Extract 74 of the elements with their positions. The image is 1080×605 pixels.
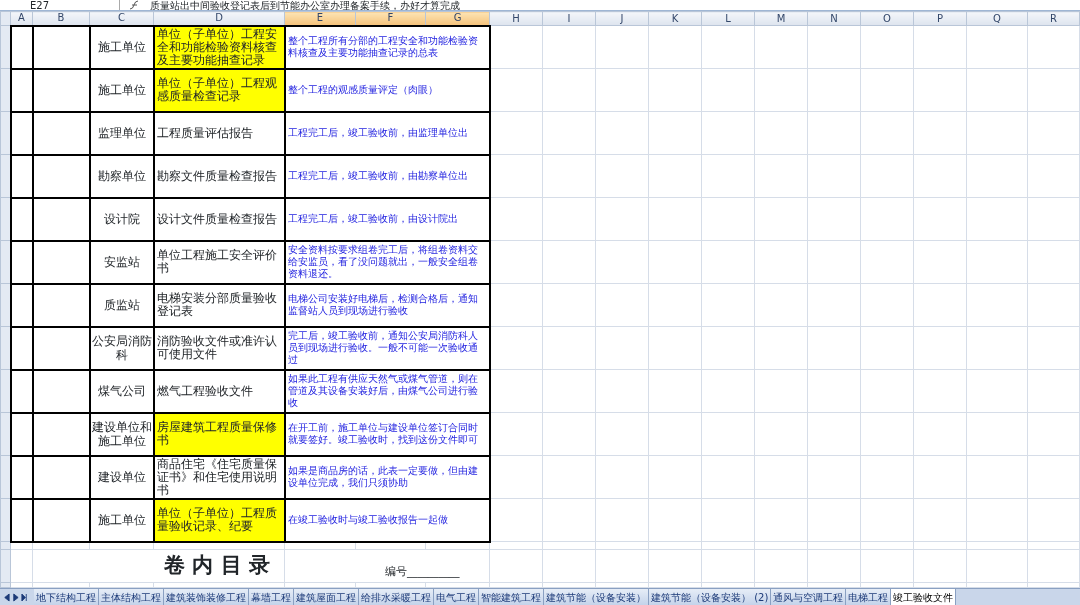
sheet-tab[interactable]: 竣工验收文件 [891,589,957,605]
table-cell-text: 单位（子单位）工程安全和功能检验资料核查及主要功能抽查记录 [155,27,278,67]
column-header[interactable]: F [355,11,426,26]
table-cell-text: 完工后，竣工验收前，通知公安局消防科人员到现场进行验收。一般不可能一次验收通过 [286,330,479,366]
sheet-tab[interactable]: 建筑屋面工程 [294,589,359,605]
formula-field[interactable]: 质量站出中间验收登记表后到节能办公室办理备案手续，办好才算完成 [150,0,460,10]
table-cell: 公安局消防科 [91,334,152,362]
table-cell-text: 商品住宅《住宅质量保证书》和住宅使用说明书 [155,457,278,497]
table-cell-text: 单位（子单位）工程质量验收记录、纪要 [155,507,278,533]
table-cell-text: 工程完工后，竣工验收前，由设计院出 [286,213,459,225]
column-header[interactable]: B [32,11,90,26]
column-header[interactable]: C [89,11,154,26]
table-cell-text: 整个工程的观感质量评定（肉眼） [286,84,439,96]
column-header[interactable]: R [1027,11,1080,26]
sheet-tab[interactable]: 建筑节能（设备安装） [544,589,649,605]
table-cell-text: 施工单位 [96,83,147,97]
sheet-tab[interactable]: 通风与空调工程 [771,589,847,605]
column-header[interactable]: E [284,11,356,26]
table-cell-text: 在竣工验收时与竣工验收报告一起做 [286,514,449,526]
column-header[interactable]: O [860,11,914,26]
table-cell-text: 质监站 [102,298,141,312]
number-label: 编号__________ [385,565,460,577]
table-cell-text: 勘察文件质量检查报告 [155,169,278,183]
sheet-tab[interactable]: 地下结构工程 [34,589,99,605]
column-header[interactable]: N [807,11,861,26]
column-header[interactable]: G [425,11,490,26]
table-cell-text: 监理单位 [96,126,147,140]
column-header[interactable]: K [648,11,702,26]
table-cell-text: 建设单位 [96,470,147,484]
table-cell-text: 如果是商品房的话，此表一定要做，但由建设单位完成，我们只须协助 [286,465,479,489]
column-header[interactable]: A [10,11,33,26]
table-cell-text: 房屋建筑工程质量保修书 [155,421,278,447]
previous-sheet-icon[interactable] [3,592,10,602]
table-cell-text: 施工单位 [96,40,147,54]
table-cell-text: 在开工前，施工单位与建设单位签订合同时就要签好。竣工验收时，找到这份文件即可 [286,422,479,446]
sheet-tab[interactable]: 给排水采暖工程 [359,589,434,605]
table-cell-text: 设计文件质量检查报告 [155,212,278,226]
table-cell-text: 单位（子单位）工程观感质量检查记录 [155,77,278,103]
table-cell-text: 工程完工后，竣工验收前，由监理单位出 [286,127,469,139]
table-cell-text: 工程完工后，竣工验收前，由勘察单位出 [286,170,469,182]
sheet-tab[interactable]: 电气工程 [434,589,479,605]
column-header[interactable]: P [913,11,967,26]
column-header[interactable]: M [754,11,808,26]
table-cell-text: 燃气工程验收文件 [155,384,254,398]
table-cell-text: 电梯安装分部质量验收登记表 [155,292,278,318]
table-cell-text: 如果此工程有供应天然气或煤气管道，则在管道及其设备安装好后，由煤气公司进行验收 [286,373,479,409]
table-cell-text: 单位工程施工安全评价书 [155,249,278,275]
column-header[interactable]: D [153,11,285,26]
sheet-title: 卷 内 目 录 [164,553,270,578]
sheet-tab[interactable]: 建筑节能（设备安装） (2) [649,589,772,605]
column-header[interactable]: I [542,11,596,26]
sheet-tab[interactable]: 智能建筑工程 [479,589,544,605]
table-cell-text: 安全资料按要求组卷完工后，将组卷资料交给安监员，看了没问题就出，一般安全组卷资料退还。 [286,244,479,280]
sheet-tab[interactable]: 建筑装饰装修工程 [164,589,249,605]
table-cell-text: 勘察单位 [96,169,147,183]
column-header[interactable]: J [595,11,649,26]
table-cell-text: 整个工程所有分部的工程安全和功能检验资料核查及主要功能抽查记录的总表 [286,35,479,59]
table-cell-text: 煤气公司 [96,384,147,398]
column-header[interactable]: H [489,11,543,26]
name-box[interactable]: E27 [0,0,120,10]
column-header[interactable]: L [701,11,755,26]
table-cell-text: 安监站 [102,255,141,269]
sheet-tab[interactable]: 电梯工程 [846,589,892,605]
table-cell-text: 设计院 [102,212,141,226]
table-cell-text: 施工单位 [96,513,147,527]
sheet-tab[interactable]: 主体结构工程 [99,589,164,605]
last-sheet-icon[interactable] [21,592,28,602]
table-cell: 建设单位和施工单位 [91,420,152,448]
column-header[interactable]: Q [966,11,1028,26]
sheet-tab[interactable]: 幕墙工程 [249,589,294,605]
table-cell-text: 工程质量评估报告 [155,126,254,140]
next-sheet-icon[interactable] [12,592,19,602]
table-cell-text: 消防验收文件或准许认可使用文件 [155,335,278,361]
table-cell-text: 电梯公司安装好电梯后，检测合格后，通知监督站人员到现场进行验收 [286,293,479,317]
